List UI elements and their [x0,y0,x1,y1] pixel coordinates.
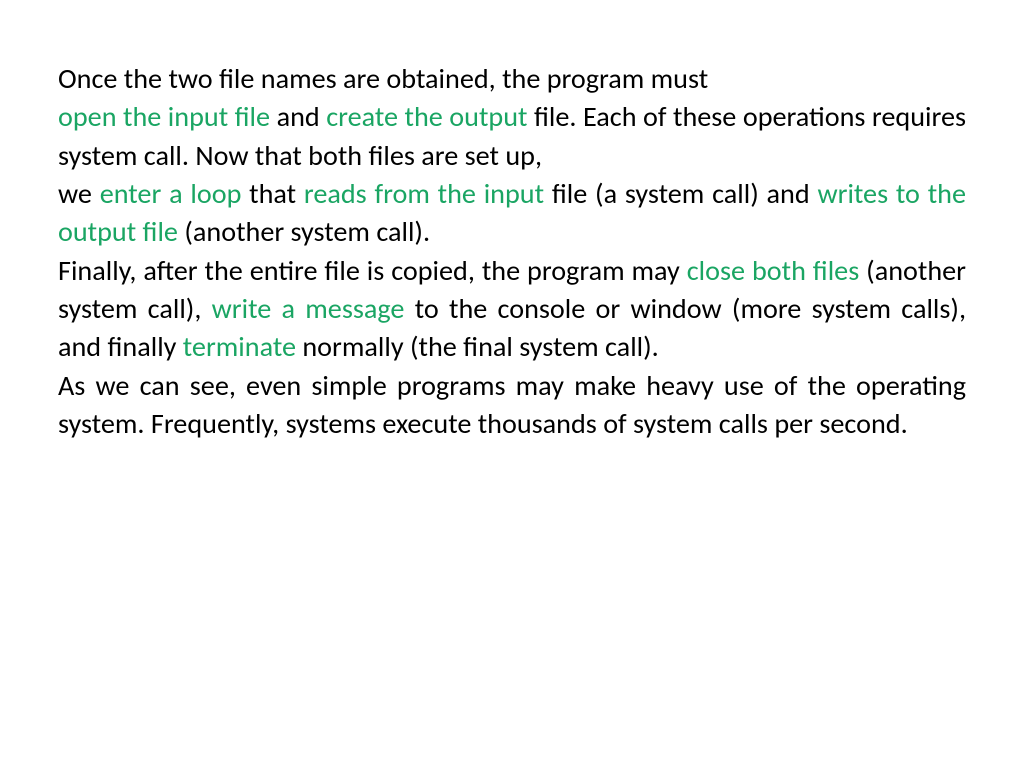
text: that [241,176,304,211]
text: Finally, after the entire file is copied… [58,253,687,288]
text: Once the two file names are obtained, th… [58,61,708,96]
highlight-close-files: close both files [687,253,860,288]
text: As we can see, even simple programs may … [58,368,966,441]
slide-body: Once the two file names are obtained, th… [0,0,1024,768]
highlight-reads-input: reads from the input [304,176,544,211]
paragraph-1: Once the two file names are obtained, th… [58,60,966,98]
highlight-create-output: create the output [326,99,527,134]
highlight-open-input-file: open the input file [58,99,270,134]
text: file (a system call) and [544,176,817,211]
text: normally (the final system call). [296,329,659,364]
text: (another system call). [178,214,430,249]
highlight-terminate: terminate [183,329,296,364]
paragraph-4: Finally, after the entire file is copied… [58,252,966,367]
text: and [270,99,326,134]
paragraph-2: open the input file and create the outpu… [58,98,966,175]
paragraph-5: As we can see, even simple programs may … [58,367,966,444]
text: we [58,176,100,211]
highlight-write-message: write a message [212,291,405,326]
paragraph-3: we enter a loop that reads from the inpu… [58,175,966,252]
highlight-enter-loop: enter a loop [100,176,242,211]
